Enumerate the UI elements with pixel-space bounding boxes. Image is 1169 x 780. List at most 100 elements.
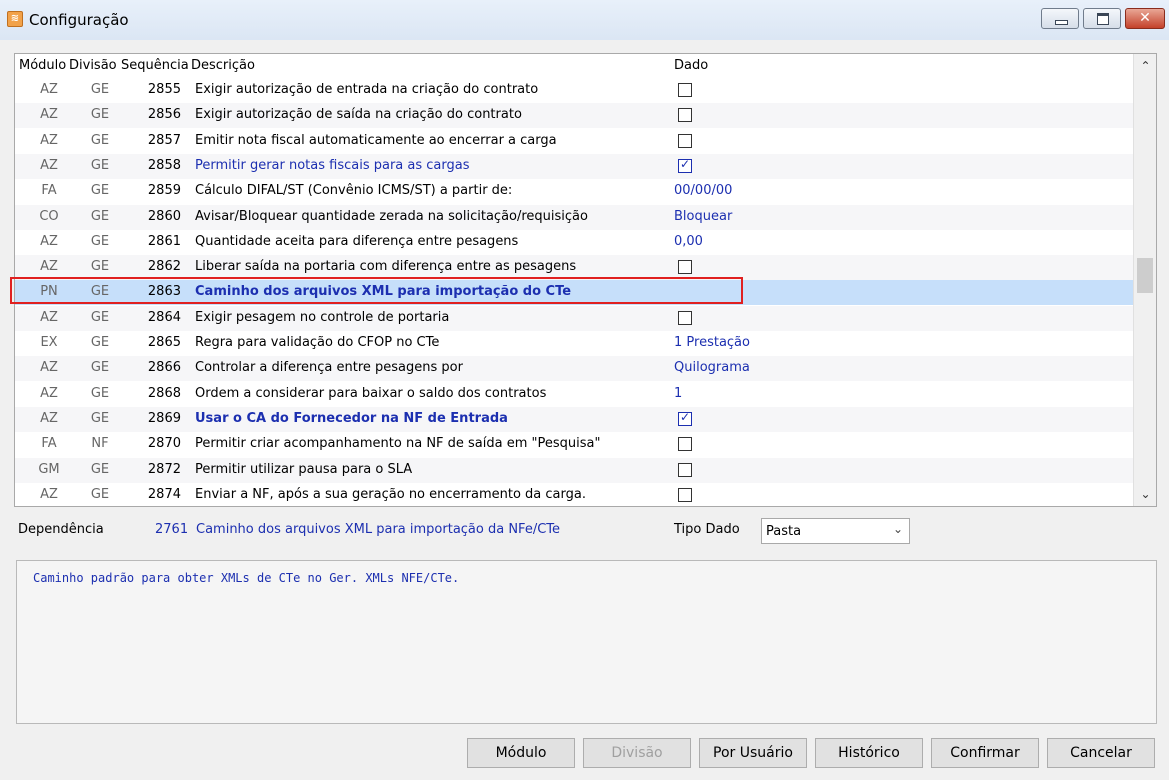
tipo-dado-value: Pasta	[766, 524, 802, 539]
close-button[interactable]: ✕	[1125, 8, 1165, 29]
tipo-dado-select[interactable]: Pasta ⌄	[761, 518, 910, 544]
cell-sequencia: 2862	[147, 259, 181, 275]
cell-descricao: Exigir autorização de entrada na criação…	[195, 82, 539, 97]
title-bar: ≋ Configuração ✕	[0, 0, 1169, 40]
cell-sequencia: 2868	[147, 385, 181, 401]
vertical-scrollbar[interactable]: ⌃ ⌄	[1133, 54, 1156, 506]
app-logo-icon: ≋	[7, 11, 23, 27]
cell-divisao: GE	[90, 461, 110, 477]
dependency-desc: Caminho dos arquivos XML para importação…	[196, 522, 561, 537]
cell-divisao: GE	[90, 157, 110, 173]
config-grid[interactable]: Módulo Divisão Sequência Descrição Dado …	[14, 53, 1157, 507]
col-modulo[interactable]: Módulo	[19, 58, 66, 73]
cell-modulo: AZ	[40, 157, 58, 173]
cell-divisao: GE	[90, 183, 110, 199]
cell-sequencia: 2858	[147, 157, 181, 173]
table-row[interactable]: AZ GE 2861 Quantidade aceita para diferença…	[15, 230, 1133, 255]
table-row[interactable]: EX GE 2865 Regra para validação do CFOP no …	[15, 331, 1133, 356]
window-title: Configuração	[29, 11, 129, 29]
table-row[interactable]: AZ GE 2868 Ordem a considerar para baixar o…	[15, 382, 1133, 407]
por-usuario-button[interactable]: Por Usuário	[699, 738, 807, 768]
maximize-button[interactable]	[1083, 8, 1121, 29]
cancelar-button[interactable]: Cancelar	[1047, 738, 1155, 768]
cell-descricao: Ordem a considerar para baixar o saldo d…	[195, 385, 547, 401]
scroll-thumb[interactable]	[1137, 258, 1153, 293]
modulo-button[interactable]: Módulo	[467, 738, 575, 768]
cell-modulo: FA	[41, 436, 57, 452]
cell-modulo: AZ	[40, 309, 58, 325]
cell-sequencia: 2861	[147, 233, 181, 249]
col-dado[interactable]: Dado	[674, 58, 708, 73]
table-row[interactable]: FA NF 2870 Permitir criar acompanhamento na…	[15, 432, 1133, 457]
cell-modulo: AZ	[40, 410, 58, 426]
table-row[interactable]: AZ GE 2856 Exigir autorização de saída na c…	[15, 103, 1133, 129]
table-row[interactable]: AZ GE 2858 Permitir gerar notas fiscais par…	[15, 153, 1133, 179]
cell-divisao: GE	[90, 410, 110, 426]
divisao-button[interactable]: Divisão	[583, 738, 691, 768]
cell-sequencia: 2855	[147, 82, 181, 97]
col-divisao[interactable]: Divisão	[69, 58, 117, 73]
cell-divisao: GE	[90, 335, 110, 350]
cell-modulo: AZ	[40, 233, 58, 249]
cell-descricao: Avisar/Bloquear quantidade zerada na sol…	[195, 208, 588, 224]
cell-divisao: GE	[90, 208, 110, 224]
cell-descricao: Exigir pesagem no controle de portaria	[195, 309, 450, 325]
historico-button[interactable]: Histórico	[815, 738, 923, 768]
cell-modulo: AZ	[40, 360, 58, 376]
col-descricao[interactable]: Descrição	[191, 58, 255, 73]
cell-divisao: GE	[90, 107, 110, 123]
table-row[interactable]: PN GE 2863 Caminho dos arquivos XML para im…	[15, 280, 1133, 306]
cell-modulo: AZ	[40, 132, 58, 148]
table-row[interactable]: AZ GE 2862 Liberar saída na portaria com di…	[15, 255, 1133, 281]
table-row[interactable]: CO GE 2860 Avisar/Bloquear quantidade zerad…	[15, 204, 1133, 230]
cell-modulo: AZ	[40, 259, 58, 275]
table-row[interactable]: GM GE 2872 Permitir utilizar pausa para o S…	[15, 457, 1133, 483]
checkbox-checked[interactable]	[678, 157, 692, 173]
cell-divisao: GE	[90, 486, 110, 502]
cell-modulo: AZ	[40, 385, 58, 401]
checkbox-checked[interactable]	[678, 410, 692, 426]
checkbox[interactable]	[678, 260, 692, 275]
checkbox[interactable]	[678, 437, 692, 452]
cell-modulo: AZ	[40, 486, 58, 502]
cell-descricao: Quantidade aceita para diferença entre p…	[195, 233, 519, 249]
col-sequencia[interactable]: Sequência	[121, 58, 189, 73]
checkbox[interactable]	[678, 83, 692, 97]
confirmar-button[interactable]: Confirmar	[931, 738, 1039, 768]
minimize-button[interactable]	[1041, 8, 1079, 29]
cell-divisao: GE	[90, 309, 110, 325]
cell-sequencia: 2860	[147, 208, 181, 224]
cell-descricao: Liberar saída na portaria com diferença …	[195, 259, 577, 275]
cell-sequencia: 2869	[147, 410, 181, 426]
table-row[interactable]: AZ GE 2874 Enviar a NF, após a sua geração …	[15, 483, 1133, 506]
scroll-down-icon[interactable]: ⌄	[1134, 484, 1156, 504]
cell-sequencia: 2864	[147, 309, 181, 325]
cell-sequencia: 2866	[147, 360, 181, 376]
cell-descricao: Caminho dos arquivos XML para importação…	[195, 284, 572, 300]
cell-divisao: GE	[90, 132, 110, 148]
description-memo[interactable]: Caminho padrão para obter XMLs de CTe no…	[16, 560, 1157, 724]
cell-divisao: GE	[90, 360, 110, 376]
checkbox[interactable]	[678, 108, 692, 123]
table-row[interactable]: AZ GE 2866 Controlar a diferença entre pesa…	[15, 356, 1133, 382]
cell-divisao: GE	[90, 233, 110, 249]
cell-sequencia: 2865	[147, 335, 181, 350]
cell-descricao: Exigir autorização de saída na criação d…	[195, 107, 522, 123]
cell-descricao: Controlar a diferença entre pesagens por	[195, 360, 463, 376]
scroll-up-icon[interactable]: ⌃	[1134, 56, 1156, 76]
cell-modulo: CO	[39, 208, 59, 224]
cell-modulo: PN	[40, 284, 58, 300]
table-row[interactable]: AZ GE 2864 Exigir pesagem no controle de po…	[15, 305, 1133, 331]
checkbox[interactable]	[678, 133, 692, 148]
cell-divisao: GE	[90, 385, 110, 401]
table-row[interactable]: AZ GE 2855 Exigir autorização de entrada na…	[15, 78, 1133, 103]
grid-header: Módulo Divisão Sequência Descrição Dado	[15, 54, 1133, 78]
table-row[interactable]: AZ GE 2857 Emitir nota fiscal automaticamen…	[15, 129, 1133, 154]
table-row[interactable]: AZ GE 2869 Usar o CA do Fornecedor na NF de…	[15, 406, 1133, 432]
checkbox[interactable]	[678, 462, 692, 477]
cell-dado: 0,00	[674, 233, 703, 249]
cell-dado: Quilograma	[674, 360, 750, 376]
checkbox[interactable]	[678, 310, 692, 325]
checkbox[interactable]	[678, 487, 692, 502]
table-row[interactable]: FA GE 2859 Cálculo DIFAL/ST (Convênio ICMS/…	[15, 179, 1133, 204]
